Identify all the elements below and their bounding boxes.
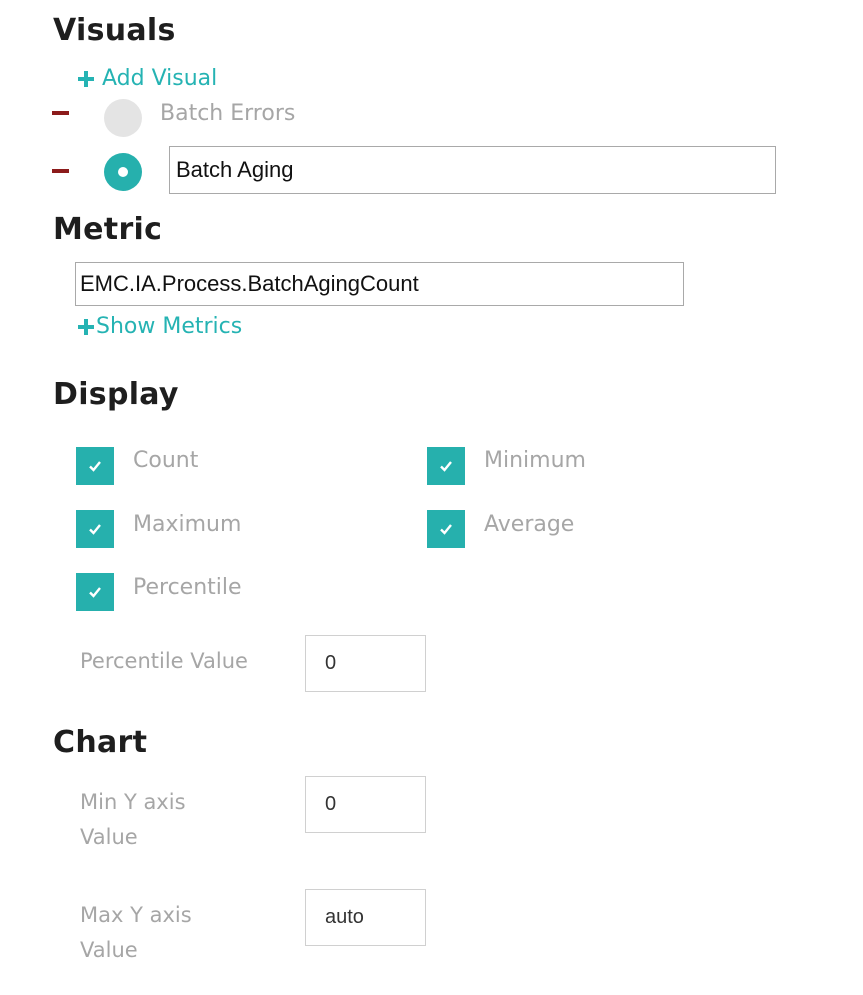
add-visual-label: Add Visual [102,66,218,91]
display-heading: Display [53,377,179,412]
maximum-checkbox[interactable] [76,510,114,548]
minimum-checkbox[interactable] [427,447,465,485]
show-metrics-link[interactable]: Show Metrics [78,314,242,339]
average-checkbox[interactable] [427,510,465,548]
visual-name-input[interactable] [169,146,776,194]
minimum-label: Minimum [484,448,586,473]
show-metrics-label: Show Metrics [96,314,243,339]
min-y-axis-input[interactable] [305,776,426,833]
max-y-axis-label-line2: Value [80,938,138,962]
percentile-value-label: Percentile Value [80,649,248,673]
visuals-heading: Visuals [53,13,176,48]
remove-visual-batch-aging-button[interactable] [52,169,69,173]
max-y-axis-label: Max Y axis Value [80,898,192,968]
metric-heading: Metric [53,212,163,247]
visual-label-batch-errors: Batch Errors [160,101,296,126]
percentile-checkbox[interactable] [76,573,114,611]
average-label: Average [484,512,575,537]
min-y-axis-label-line1: Min Y axis [80,790,186,814]
max-y-axis-input[interactable] [305,889,426,946]
chart-heading: Chart [53,725,148,760]
visual-radio-batch-aging[interactable] [104,153,142,191]
check-icon [440,524,452,535]
add-visual-link[interactable]: Add Visual [78,66,217,91]
check-icon [440,461,452,472]
check-icon [89,461,101,472]
percentile-value-input[interactable] [305,635,426,692]
metric-input[interactable] [75,262,684,306]
plus-icon [78,70,94,87]
min-y-axis-label: Min Y axis Value [80,785,186,855]
count-label: Count [133,448,199,473]
check-icon [89,524,101,535]
check-icon [89,587,101,598]
plus-icon [78,318,94,335]
remove-visual-batch-errors-button[interactable] [52,111,69,115]
visual-radio-batch-errors[interactable] [104,99,142,137]
maximum-label: Maximum [133,512,242,537]
percentile-label: Percentile [133,575,242,600]
count-checkbox[interactable] [76,447,114,485]
max-y-axis-label-line1: Max Y axis [80,903,192,927]
min-y-axis-label-line2: Value [80,825,138,849]
